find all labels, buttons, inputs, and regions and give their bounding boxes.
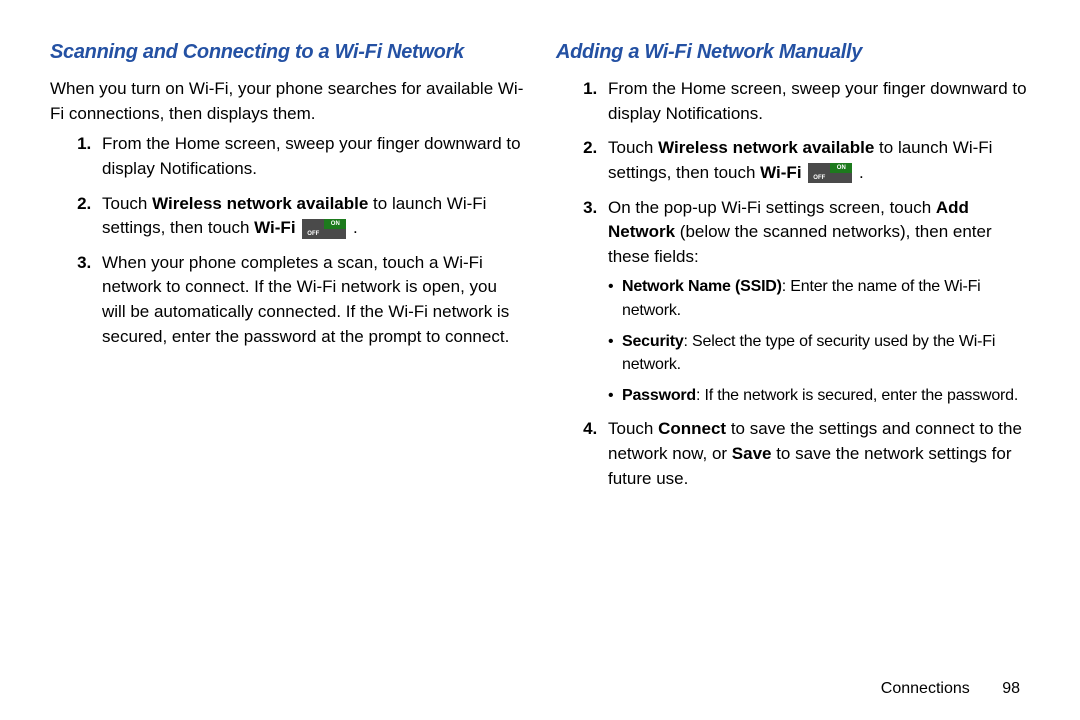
text: Touch: [102, 194, 152, 213]
bold-text: Password: [622, 387, 696, 404]
footer-page-number: 98: [1002, 680, 1020, 697]
bold-text: Save: [732, 444, 772, 463]
steps-right: From the Home screen, sweep your finger …: [556, 77, 1030, 491]
step-item: From the Home screen, sweep your finger …: [96, 132, 524, 181]
bold-text: Security: [622, 333, 684, 350]
right-column: Adding a Wi-Fi Network Manually From the…: [556, 38, 1030, 650]
text: .: [854, 163, 863, 182]
toggle-off-label: OFF: [302, 229, 324, 239]
bold-text: Connect: [658, 419, 726, 438]
page-footer: Connections 98: [881, 680, 1020, 698]
text: .: [348, 218, 357, 237]
step-item: Touch Wireless network available to laun…: [602, 136, 1030, 185]
step-item: From the Home screen, sweep your finger …: [602, 77, 1030, 126]
text: Touch: [608, 419, 658, 438]
wifi-toggle-icon: ON OFF: [302, 219, 346, 239]
text: On the pop-up Wi-Fi settings screen, tou…: [608, 198, 936, 217]
bullet-item: Password: If the network is secured, ent…: [608, 384, 1030, 407]
heading-scanning: Scanning and Connecting to a Wi-Fi Netwo…: [50, 38, 524, 67]
bold-text: Wireless network available: [152, 194, 368, 213]
toggle-off-label: OFF: [808, 173, 830, 183]
toggle-on-label: ON: [830, 163, 852, 173]
step-item: Touch Wireless network available to laun…: [96, 192, 524, 241]
bold-text: Wi-Fi: [254, 218, 295, 237]
bullet-item: Security: Select the type of security us…: [608, 330, 1030, 376]
wifi-toggle-icon: ON OFF: [808, 163, 852, 183]
left-column: Scanning and Connecting to a Wi-Fi Netwo…: [50, 38, 524, 650]
field-bullets: Network Name (SSID): Enter the name of t…: [608, 275, 1030, 407]
toggle-on-label: ON: [324, 219, 346, 229]
step-item: Touch Connect to save the settings and c…: [602, 417, 1030, 491]
bullet-item: Network Name (SSID): Enter the name of t…: [608, 275, 1030, 321]
bold-text: Network Name (SSID): [622, 278, 782, 295]
text: Touch: [608, 138, 658, 157]
heading-adding: Adding a Wi-Fi Network Manually: [556, 38, 1030, 67]
step-item: When your phone completes a scan, touch …: [96, 251, 524, 350]
intro-paragraph: When you turn on Wi-Fi, your phone searc…: [50, 77, 524, 126]
document-page: Scanning and Connecting to a Wi-Fi Netwo…: [0, 0, 1080, 680]
steps-left: From the Home screen, sweep your finger …: [50, 132, 524, 349]
bold-text: Wireless network available: [658, 138, 874, 157]
footer-section: Connections: [881, 680, 970, 697]
bold-text: Wi-Fi: [760, 163, 801, 182]
text: : If the network is secured, enter the p…: [696, 387, 1018, 404]
step-item: On the pop-up Wi-Fi settings screen, tou…: [602, 196, 1030, 408]
